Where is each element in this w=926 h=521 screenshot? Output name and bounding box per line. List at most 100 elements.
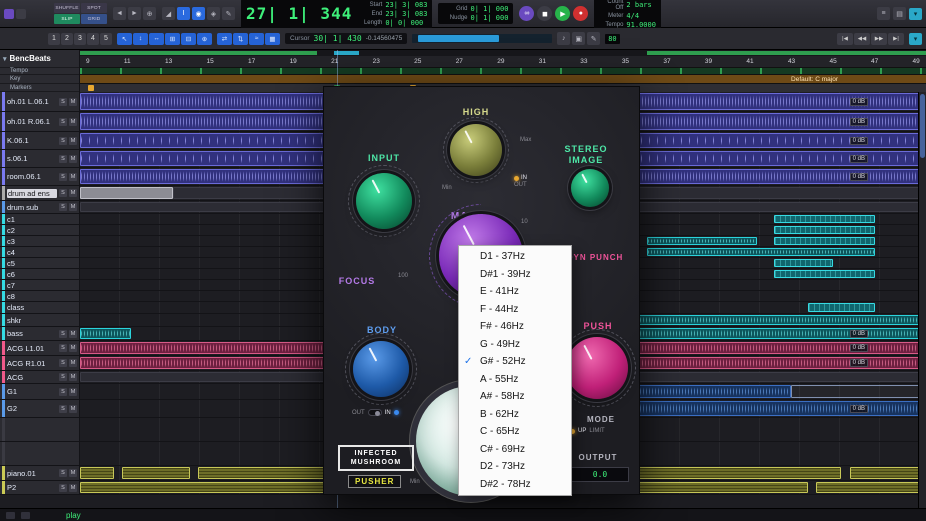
menu-item-e-41hz[interactable]: E - 41Hz [459,283,571,301]
track-name[interactable]: s.06.1 [7,154,57,163]
track-name[interactable]: room.06.1 [7,172,57,181]
midi-merge-button[interactable]: ▣ [572,32,586,45]
track-name[interactable]: c2 [7,226,77,235]
track-name[interactable]: ACG [7,373,57,382]
audio-region[interactable] [646,237,757,245]
zoom-preset-button[interactable]: ↖ [117,32,132,45]
loop-playback-button[interactable]: ∞ [519,6,535,21]
menu-item-c-69hz[interactable]: C# - 69Hz [459,441,571,459]
track-name[interactable]: c4 [7,248,77,257]
track-name[interactable]: c8 [7,292,77,301]
input-knob[interactable] [356,173,412,229]
ruler-lane-markers[interactable]: Markers [0,84,79,92]
track-header-class[interactable]: class [0,302,80,313]
chevron-down-icon[interactable]: ▾ [3,55,7,63]
track-name[interactable]: P2 [7,483,57,492]
start-value[interactable]: 23| 3| 083 [385,1,427,9]
audio-region[interactable] [122,467,190,479]
fast-forward-button[interactable]: ▶▶ [871,32,887,45]
mode-button-slip[interactable]: SLIP [54,14,80,24]
toolbar-layout-button[interactable]: ▤ [893,7,906,20]
track-name[interactable]: G1 [7,387,57,396]
body-switch[interactable] [367,409,382,416]
audio-region[interactable] [80,328,131,339]
track-header-acg-l1-01[interactable]: ACG L1.01 S M [0,341,80,355]
track-name[interactable]: oh.01 R.06.1 [7,117,57,126]
memory-location-3[interactable]: 3 [74,32,86,45]
countoff-value[interactable]: 2 bars [626,1,651,9]
track-header-g2[interactable]: G2 S M [0,400,80,417]
solo-button[interactable]: S [59,203,67,211]
numeric-readout[interactable]: 80 [605,33,620,44]
mute-button[interactable]: M [69,483,77,492]
vertical-scrollbar[interactable] [918,92,926,508]
audio-region[interactable] [80,467,114,479]
solo-button[interactable]: S [59,97,67,106]
track-header-k-06-1[interactable]: K.06.1 S M [0,132,80,149]
marker-chip[interactable] [88,85,95,91]
track-name[interactable]: drum sub [7,203,57,212]
trim-tool-button[interactable]: ◢ [162,7,175,20]
scrubber-tool-button[interactable]: ◈ [207,7,220,20]
go-to-end-button[interactable]: ▶| [888,32,904,45]
track-header-acg-r1-01[interactable]: ACG R1.01 S M [0,356,80,370]
audio-region[interactable] [773,215,876,223]
insertion-follows-playback-button[interactable]: ≈ [249,32,264,45]
track-header-c5[interactable]: c5 [0,258,80,268]
length-value[interactable]: 0| 0| 000 [385,19,423,27]
mute-button[interactable]: M [69,387,77,396]
link-track-selection-button[interactable]: ⇅ [233,32,248,45]
solo-button[interactable]: S [59,359,67,367]
timeline-selection-display[interactable] [412,34,553,43]
track-name[interactable]: c7 [7,281,77,290]
mode-button-shuffle[interactable]: SHUFFLE [54,3,80,13]
link-timeline-selection-button[interactable]: ⇄ [217,32,232,45]
track-name[interactable]: ACG R1.01 [7,359,57,368]
meter-value[interactable]: 4/4 [626,12,639,20]
track-header-room-06-1[interactable]: room.06.1 S M [0,168,80,185]
output-value[interactable]: 0.0 [571,467,629,482]
mute-button[interactable]: M [69,344,77,352]
high-in-out-toggle[interactable]: IN OUT [514,175,527,188]
menu-item-g-52hz[interactable]: G# - 52Hz ✓ [459,353,571,371]
play-button[interactable]: ▶ [555,6,571,21]
zoom-fit-button[interactable]: ⊕ [197,32,212,45]
menu-item-g-49hz[interactable]: G - 49Hz [459,336,571,354]
track-name[interactable]: c3 [7,237,77,246]
track-header-c2[interactable]: c2 [0,225,80,235]
mute-button[interactable]: M [69,97,77,106]
grid-display-button[interactable]: ▦ [265,32,280,45]
track-header-c7[interactable]: c7 [0,280,80,290]
audio-region[interactable] [621,482,808,493]
track-header-c4[interactable]: c4 [0,247,80,257]
mute-button[interactable]: M [69,117,77,126]
track-name[interactable]: c6 [7,270,77,279]
memory-location-2[interactable]: 2 [61,32,73,45]
menu-item-d1-37hz[interactable]: D1 - 37Hz [459,248,571,266]
mute-button[interactable]: M [69,329,77,338]
audio-region[interactable] [80,187,174,199]
mode-toggle[interactable]: UP LIMIT [570,428,605,434]
track-header-p2[interactable]: P2 S M [0,481,80,494]
audio-region[interactable] [816,482,926,493]
solo-button[interactable]: S [59,404,67,413]
solo-button[interactable]: S [59,189,67,197]
track-name[interactable]: drum ad ens [7,188,57,198]
mute-button[interactable]: M [69,172,77,181]
audio-region[interactable] [849,467,926,479]
audio-region[interactable] [773,226,876,234]
track-header-bass[interactable]: bass S M [0,327,80,340]
stereo-image-knob[interactable] [571,169,609,207]
track-header-oh-01-l-06-1[interactable]: oh.01 L.06.1 S M [0,92,80,111]
record-button[interactable]: ● [573,6,589,21]
menu-item-d-1-39hz[interactable]: D#1 - 39Hz [459,266,571,284]
track-name[interactable]: class [7,303,77,312]
stop-button[interactable]: ◼ [537,6,553,21]
metronome-button[interactable]: ♪ [557,32,571,45]
tempo-ruler[interactable] [80,68,926,75]
mute-button[interactable]: M [69,154,77,163]
solo-button[interactable]: S [59,329,67,338]
rewind-button[interactable]: ◀◀ [854,32,870,45]
mode-button-spot[interactable]: SPOT [81,3,107,13]
track-header-c1[interactable]: c1 [0,214,80,224]
